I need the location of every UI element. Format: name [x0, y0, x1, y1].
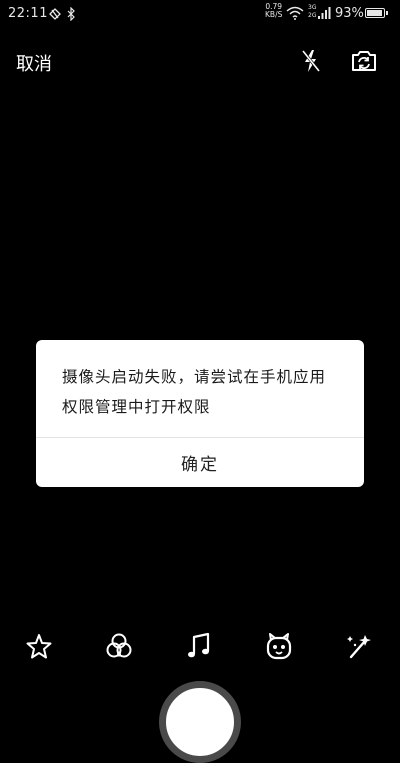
wifi-icon: [286, 5, 304, 24]
status-time: 22:11: [8, 6, 48, 21]
star-icon[interactable]: [23, 630, 55, 662]
sim1-label: 3G: [308, 4, 317, 11]
flash-off-icon[interactable]: [296, 46, 326, 76]
sync-icon: [48, 6, 62, 25]
switch-camera-icon[interactable]: [349, 46, 379, 76]
shutter-button[interactable]: [159, 681, 241, 763]
confirm-button[interactable]: 确定: [36, 438, 364, 487]
net-speed-unit: KB/S: [265, 10, 283, 19]
battery-percent: 93%: [335, 6, 364, 21]
dialog-message: 摄像头启动失败，请尝试在手机应用权限管理中打开权限: [62, 368, 327, 416]
sticker-character-icon[interactable]: [263, 630, 295, 662]
battery-icon: [365, 8, 385, 18]
music-note-icon[interactable]: [183, 630, 215, 662]
error-dialog: 摄像头启动失败，请尝试在手机应用权限管理中打开权限 确定: [36, 340, 364, 487]
battery-tip: [386, 11, 388, 15]
battery-fill: [367, 10, 382, 16]
filter-icon[interactable]: [103, 630, 135, 662]
cancel-button[interactable]: 取消: [16, 50, 52, 76]
net-speed: 0.79 KB/S: [265, 3, 282, 19]
status-bar: 22:11 0.79 KB/S 3G 2G 93%: [0, 0, 400, 28]
sim2-label: 2G: [308, 12, 317, 19]
signal-icon: [318, 5, 332, 24]
bluetooth-icon: [66, 6, 76, 25]
magic-wand-icon[interactable]: [343, 630, 375, 662]
sim-labels: 3G 2G: [308, 4, 316, 20]
